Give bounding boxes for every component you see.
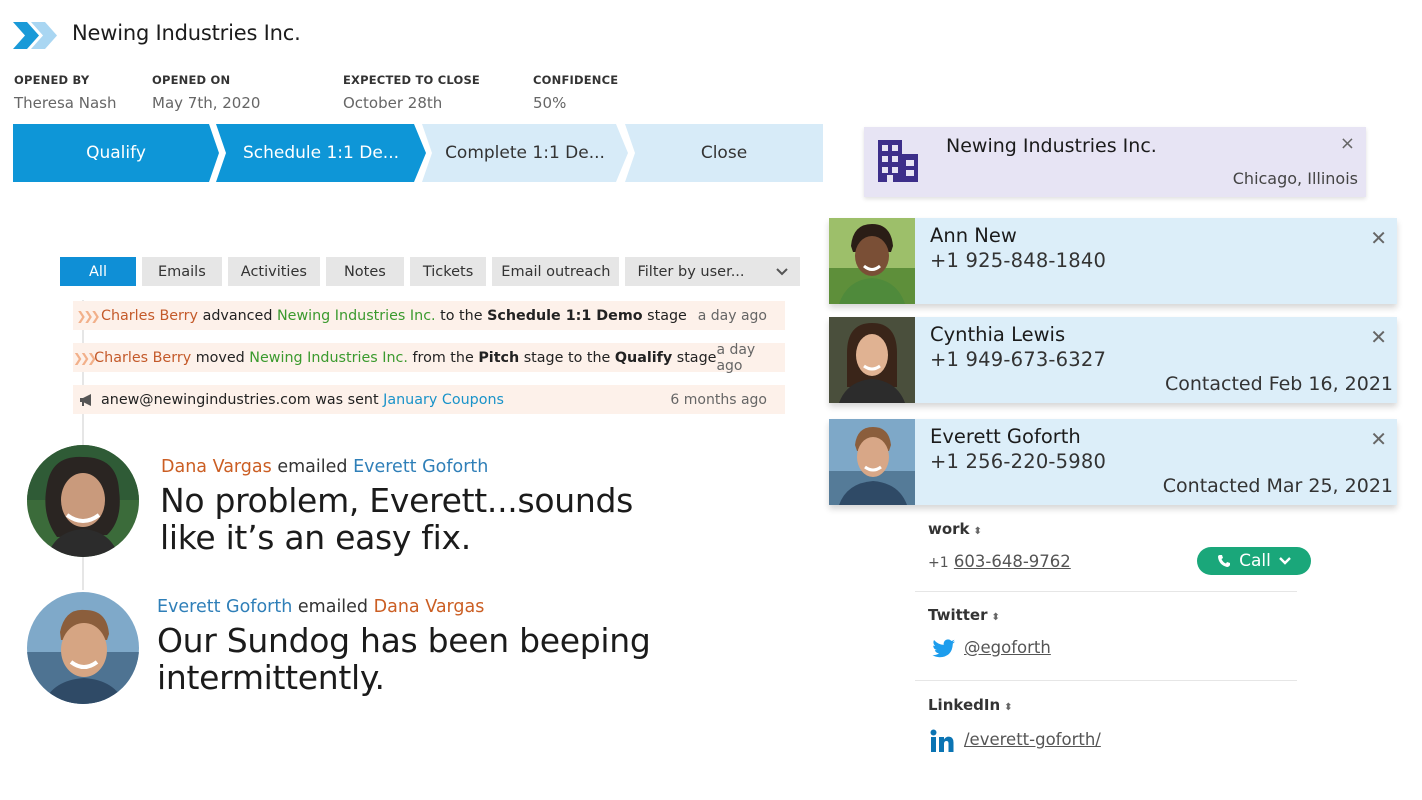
contact-phone[interactable]: +1 256-220-5980 (930, 450, 1106, 473)
pipeline: Qualify Schedule 1:1 De... Complete 1:1 … (13, 124, 823, 182)
email-body: No problem, Everett...sounds like it’s a… (160, 481, 634, 557)
filter-label: Filter by user... (637, 263, 745, 280)
contact-name: Everett Goforth (930, 425, 1081, 448)
feed-email: anew@newingindustries.com (101, 391, 311, 408)
account-name: Newing Industries Inc. (946, 135, 1157, 157)
contact-card[interactable]: Ann New +1 925-848-1840 ✕ (829, 218, 1397, 304)
feed-item[interactable]: ❯❯❯ Charles Berry moved Newing Industrie… (73, 341, 785, 374)
sort-icon: ⬍ (973, 526, 982, 537)
tab-activities[interactable]: Activities (227, 257, 320, 286)
activity-tabs: All Emails Activities Notes Tickets Emai… (60, 257, 801, 286)
divider (915, 680, 1297, 681)
twitter-icon (932, 639, 956, 663)
meta-opened-by: OPENED BY Theresa Nash (14, 73, 117, 112)
avatar-everett-goforth (27, 592, 139, 704)
feed-campaign-link[interactable]: January Coupons (383, 392, 504, 408)
logo-icon (13, 22, 57, 49)
email-body: Our Sundog has been beeping intermittent… (157, 621, 651, 697)
contact-last-contacted: Contacted Mar 25, 2021 (1162, 475, 1393, 497)
feed-time: a day ago (697, 307, 767, 324)
feed-item[interactable]: ❯❯❯ Charles Berry advanced Newing Indust… (73, 301, 785, 330)
meta-confidence: CONFIDENCE 50% (533, 73, 619, 112)
email-sender[interactable]: Dana Vargas (161, 457, 272, 477)
linkedin-icon (930, 729, 954, 757)
stage-close[interactable]: Close (625, 124, 823, 182)
stage-qualify[interactable]: Qualify (13, 124, 219, 182)
sort-icon: ⬍ (991, 612, 1000, 623)
contact-photo (829, 419, 915, 505)
feed-company[interactable]: Newing Industries Inc. (249, 350, 408, 366)
stage-complete-demo[interactable]: Complete 1:1 De... (422, 124, 628, 182)
close-icon[interactable]: ✕ (1370, 427, 1387, 451)
work-phone-label[interactable]: work ⬍ (928, 520, 982, 538)
email-sender[interactable]: Everett Goforth (157, 597, 292, 617)
feed-item[interactable]: anew@newingindustries.com was sent Janua… (73, 385, 785, 414)
stage-move-icon: ❯❯❯ (73, 350, 97, 365)
contact-phone[interactable]: +1 949-673-6327 (930, 348, 1106, 371)
chevron-down-icon (1279, 557, 1291, 565)
contact-phone[interactable]: +1 925-848-1840 (930, 249, 1106, 272)
megaphone-icon (73, 393, 101, 406)
work-phone-value[interactable]: +1 603-648-9762 (928, 552, 1071, 571)
phone-icon (1218, 555, 1231, 567)
contact-last-contacted: Contacted Feb 16, 2021 (1165, 373, 1393, 395)
feed-company[interactable]: Newing Industries Inc. (277, 308, 436, 324)
divider (915, 591, 1297, 592)
contact-photo (829, 317, 915, 403)
tab-emails[interactable]: Emails (141, 257, 222, 286)
twitter-handle-link[interactable]: @egoforth (964, 638, 1051, 657)
feed-time: a day ago (716, 341, 756, 374)
email-recipient[interactable]: Everett Goforth (353, 457, 488, 477)
feed-actor[interactable]: Charles Berry (94, 350, 191, 366)
email-header: Everett Goforth emailed Dana Vargas (157, 597, 485, 617)
meta-opened-on: OPENED ON May 7th, 2020 (152, 73, 261, 112)
tab-all[interactable]: All (60, 257, 136, 286)
close-icon[interactable]: ✕ (1370, 325, 1387, 349)
filter-by-user-select[interactable]: Filter by user... (625, 257, 801, 286)
call-button[interactable]: Call (1197, 547, 1311, 575)
stage-advance-icon: ❯❯❯ (76, 308, 100, 323)
account-location: Chicago, Illinois (1232, 169, 1358, 188)
feed-time: 6 months ago (670, 391, 767, 408)
contact-card[interactable]: Cynthia Lewis +1 949-673-6327 Contacted … (829, 317, 1397, 403)
contact-card[interactable]: Everett Goforth +1 256-220-5980 Contacte… (829, 419, 1397, 505)
twitter-label[interactable]: Twitter ⬍ (928, 606, 1000, 624)
avatar-dana-vargas (27, 445, 139, 557)
meta-expected-close: EXPECTED TO CLOSE October 28th (343, 73, 480, 112)
tab-notes[interactable]: Notes (325, 257, 404, 286)
close-icon[interactable]: ✕ (1370, 226, 1387, 250)
linkedin-profile-link[interactable]: /everett-goforth/ (964, 730, 1101, 749)
sort-icon: ⬍ (1004, 702, 1013, 713)
linkedin-label[interactable]: LinkedIn ⬍ (928, 696, 1013, 714)
tab-email-outreach[interactable]: Email outreach (492, 257, 620, 286)
stage-schedule-demo[interactable]: Schedule 1:1 De... (216, 124, 426, 182)
chevron-down-icon (776, 267, 789, 275)
account-card[interactable]: Newing Industries Inc. Chicago, Illinois… (864, 127, 1366, 197)
tab-tickets[interactable]: Tickets (409, 257, 487, 286)
email-header: Dana Vargas emailed Everett Goforth (161, 457, 489, 477)
close-icon[interactable]: × (1340, 133, 1355, 154)
deal-title: Newing Industries Inc. (72, 21, 301, 45)
contact-photo (829, 218, 915, 304)
contact-name: Ann New (930, 224, 1017, 247)
contact-name: Cynthia Lewis (930, 323, 1066, 346)
feed-actor[interactable]: Charles Berry (101, 308, 198, 324)
building-icon (878, 140, 918, 182)
email-recipient[interactable]: Dana Vargas (374, 597, 485, 617)
